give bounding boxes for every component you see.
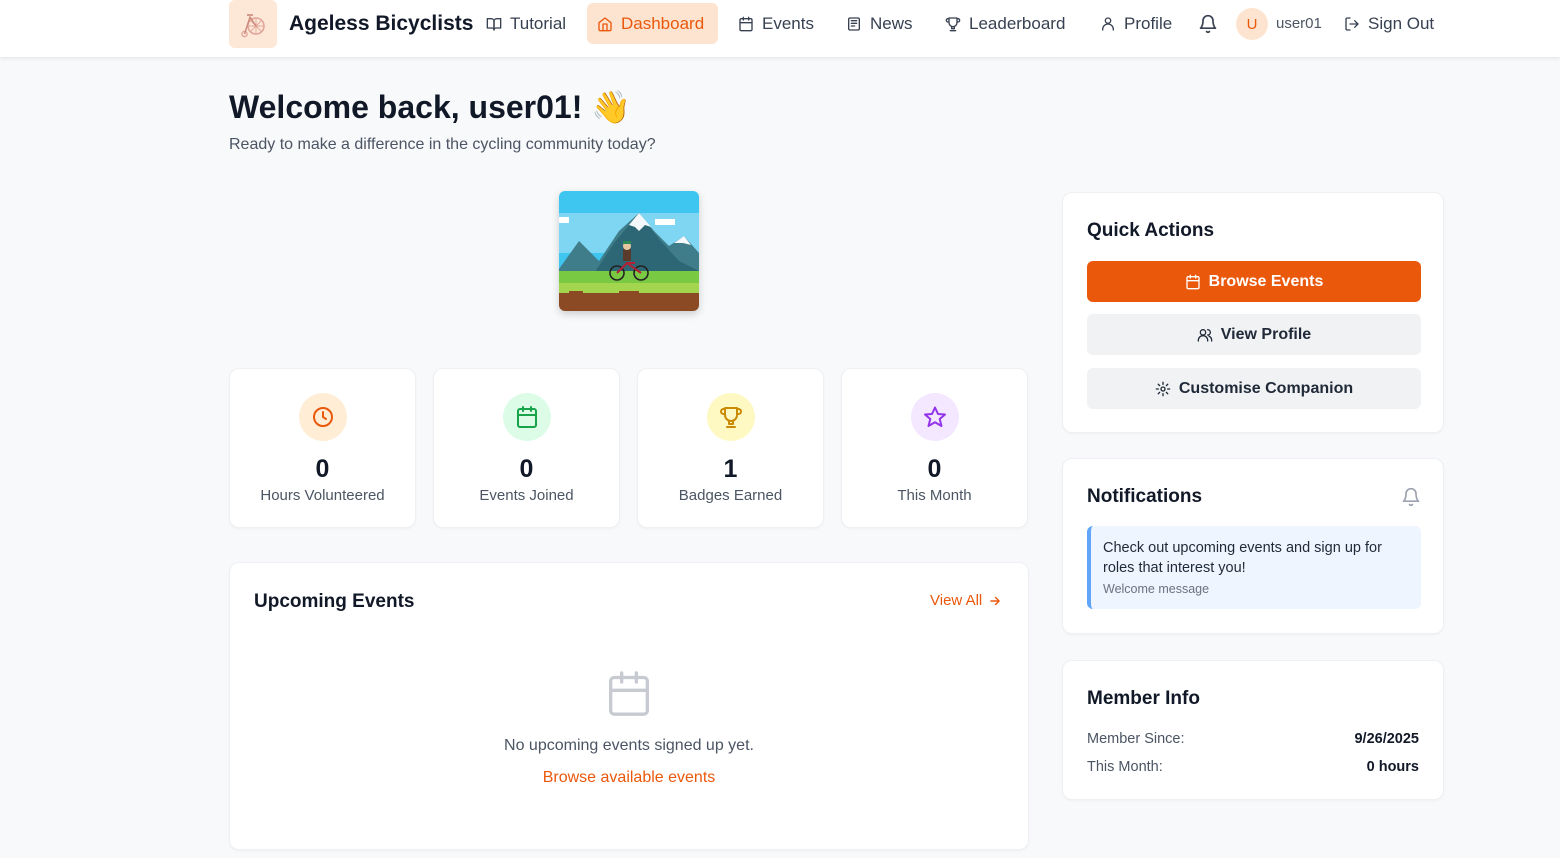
page-title: Welcome back, user01! 👋 <box>229 89 632 125</box>
nav-events-label: Events <box>762 13 814 33</box>
customise-companion-label: Customise Companion <box>1178 379 1354 397</box>
bell-icon <box>1402 487 1420 507</box>
browse-events-link[interactable]: Browse available events <box>230 769 1028 787</box>
nav-news[interactable]: News <box>836 3 923 44</box>
calendar-icon <box>1185 274 1200 289</box>
notification-item[interactable]: Check out upcoming events and sign up fo… <box>1087 526 1421 609</box>
nav-profile[interactable]: Profile <box>1090 3 1182 44</box>
calendar-empty-icon <box>609 671 649 716</box>
stat-card-hours: 0 Hours Volunteered <box>229 368 416 528</box>
log-out-icon <box>1345 16 1359 31</box>
page-subtitle: Ready to make a difference in the cyclin… <box>229 136 656 153</box>
this-month-label: This Month: <box>1087 759 1163 775</box>
quick-actions-title: Quick Actions <box>1087 220 1215 241</box>
nav-events[interactable]: Events <box>728 3 824 44</box>
nav-tutorial[interactable]: Tutorial <box>476 3 576 44</box>
member-since-value: 9/26/2025 <box>1354 731 1419 747</box>
stat-icon-wrapper <box>707 393 755 441</box>
calendar-icon <box>739 16 753 31</box>
stat-value: 1 <box>723 455 738 483</box>
nav-profile-label: Profile <box>1124 13 1173 33</box>
stat-icon-wrapper <box>911 393 959 441</box>
logo[interactable] <box>229 0 277 48</box>
stat-card-events: 0 Events Joined <box>433 368 620 528</box>
stat-label: Hours Volunteered <box>260 487 385 504</box>
book-icon <box>486 17 502 31</box>
stat-icon-wrapper <box>299 393 347 441</box>
view-profile-button[interactable]: View Profile <box>1087 314 1421 355</box>
sign-out-label: Sign Out <box>1368 13 1435 33</box>
bell-icon[interactable] <box>1198 14 1218 34</box>
penny-farthing-icon <box>241 14 265 38</box>
nav-leaderboard[interactable]: Leaderboard <box>935 3 1075 44</box>
notification-message: Check out upcoming events and sign up fo… <box>1103 540 1382 576</box>
member-since-label: Member Since: <box>1087 731 1185 747</box>
stat-card-badges: 1 Badges Earned <box>637 368 824 528</box>
sign-out-button[interactable]: Sign Out <box>1334 3 1444 44</box>
users-icon <box>1197 328 1213 342</box>
stat-value: 0 <box>927 455 942 483</box>
member-info-card: Member Info Member Since: 9/26/2025 This… <box>1062 660 1444 800</box>
nav-leaderboard-label: Leaderboard <box>969 13 1066 33</box>
quick-actions-card: Quick Actions Browse Events View Profile… <box>1062 192 1444 433</box>
star-icon <box>924 406 946 427</box>
username[interactable]: user01 <box>1276 15 1322 32</box>
stat-value: 0 <box>315 455 330 483</box>
companion-image <box>559 191 699 311</box>
nav-dashboard[interactable]: Dashboard <box>587 3 718 44</box>
member-info-title: Member Info <box>1087 688 1200 709</box>
empty-state-text: No upcoming events signed up yet. <box>504 737 754 754</box>
this-month-value: 0 hours <box>1366 759 1419 775</box>
user-icon <box>1102 16 1114 31</box>
notifications-title: Notifications <box>1087 486 1203 507</box>
notifications-card: Notifications Check out upcoming events … <box>1062 458 1444 634</box>
newspaper-icon <box>848 16 860 31</box>
view-all-label: View All <box>930 592 983 609</box>
trophy-icon <box>720 407 742 428</box>
stat-icon-wrapper <box>503 393 551 441</box>
upcoming-events-card: Upcoming Events View All No upcoming eve… <box>229 562 1029 850</box>
trophy-icon <box>945 16 961 31</box>
stat-card-month: 0 This Month <box>841 368 1028 528</box>
stat-value: 0 <box>519 455 534 483</box>
notification-type: Welcome message <box>1103 582 1210 596</box>
nav-dashboard-label: Dashboard <box>621 13 705 33</box>
calendar-icon <box>517 406 537 428</box>
brand-name[interactable]: Ageless Bicyclists <box>289 12 473 36</box>
home-icon <box>598 16 612 31</box>
view-profile-label: View Profile <box>1220 325 1312 343</box>
upcoming-events-title: Upcoming Events <box>254 591 415 612</box>
stat-label: Events Joined <box>479 487 574 504</box>
nav-news-label: News <box>870 13 913 33</box>
browse-events-label: Browse Events <box>1208 272 1324 290</box>
stat-label: Badges Earned <box>678 487 783 504</box>
gear-icon <box>1155 381 1171 396</box>
nav-tutorial-label: Tutorial <box>510 13 567 33</box>
avatar[interactable]: U <box>1236 8 1268 40</box>
arrow-right-icon <box>990 596 1001 605</box>
top-nav-bar: Ageless Bicyclists Tutorial Dashboard Ev… <box>0 0 1560 57</box>
stat-label: This Month <box>897 487 972 504</box>
view-all-link[interactable]: View All <box>930 592 1002 609</box>
browse-events-button[interactable]: Browse Events <box>1087 261 1421 302</box>
clock-icon <box>313 407 333 427</box>
customise-companion-button[interactable]: Customise Companion <box>1087 368 1421 409</box>
